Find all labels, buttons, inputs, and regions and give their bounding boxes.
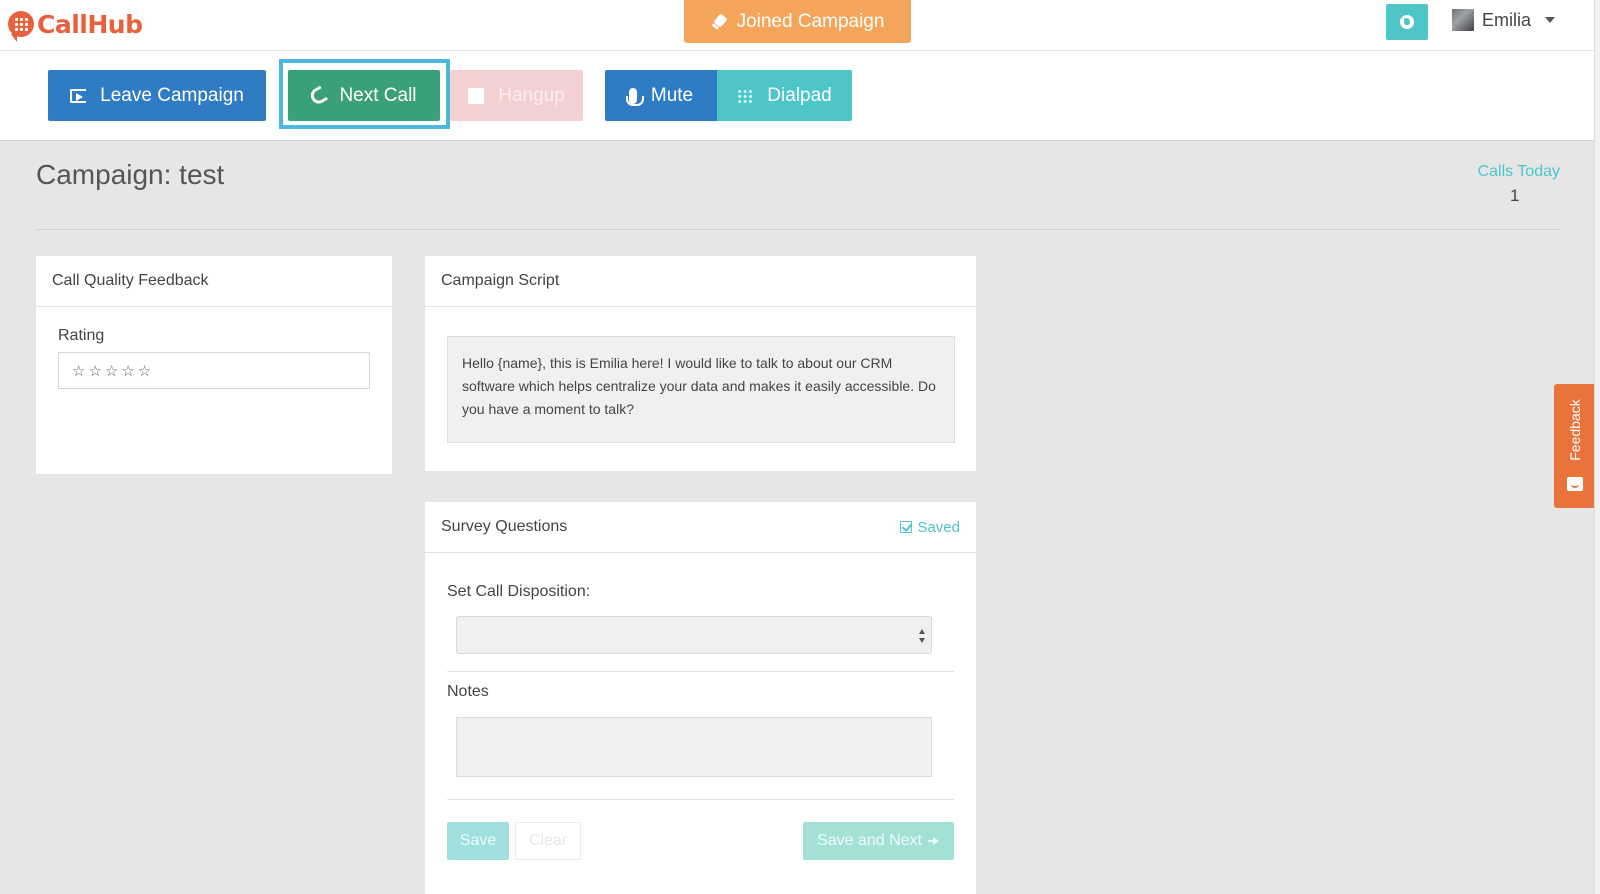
hangup-button[interactable]: Hangup xyxy=(450,70,583,121)
page-title: Campaign: test xyxy=(36,159,225,190)
call-quality-panel: Call Quality Feedback Rating ☆ ☆ ☆ ☆ ☆ xyxy=(36,256,392,474)
divider xyxy=(447,799,954,800)
dialpad-button[interactable]: Dialpad xyxy=(717,70,852,121)
saved-label: Saved xyxy=(917,518,960,536)
joined-campaign-button[interactable]: Joined Campaign xyxy=(684,0,911,43)
star-1-icon[interactable]: ☆ xyxy=(72,362,85,380)
check-square-icon xyxy=(900,521,913,533)
microphone-icon xyxy=(625,87,644,106)
caret-down-icon xyxy=(1545,17,1556,23)
campaign-script-title: Campaign Script xyxy=(441,272,560,289)
feedback-tab[interactable]: Feedback xyxy=(1554,384,1596,508)
call-quality-title: Call Quality Feedback xyxy=(52,272,209,289)
script-text: Hello {name}, this is Emilia here! I wou… xyxy=(447,336,955,443)
save-and-next-button[interactable]: Save and Next xyxy=(803,822,954,860)
joined-campaign-label: Joined Campaign xyxy=(736,10,885,32)
logo-speech-icon xyxy=(8,11,34,42)
dialpad-label: Dialpad xyxy=(767,84,832,106)
divider xyxy=(447,671,954,672)
rating-stars: ☆ ☆ ☆ ☆ ☆ xyxy=(58,352,370,389)
next-call-button[interactable]: Next Call xyxy=(288,70,440,121)
survey-header: Survey Questions Saved xyxy=(425,502,976,553)
save-and-next-label: Save and Next xyxy=(817,832,922,849)
top-bar: CallHub Joined Campaign Emilia xyxy=(0,0,1594,51)
feedback-tab-label: Feedback xyxy=(1567,399,1583,461)
call-toolbar: Leave Campaign Next Call Hangup Mute Dia… xyxy=(0,51,1594,141)
callhub-logo[interactable]: CallHub xyxy=(8,6,143,42)
notes-textarea[interactable] xyxy=(456,717,932,777)
globe-icon xyxy=(1400,15,1414,29)
campaign-script-header: Campaign Script xyxy=(425,256,976,307)
save-button[interactable]: Save xyxy=(447,822,509,860)
disposition-label: Set Call Disposition: xyxy=(447,583,591,600)
leave-campaign-label: Leave Campaign xyxy=(100,84,244,106)
phone-icon xyxy=(308,85,329,106)
calls-today-count: 1 xyxy=(1510,186,1520,205)
star-3-icon[interactable]: ☆ xyxy=(105,362,118,380)
mute-label: Mute xyxy=(650,84,694,106)
next-call-label: Next Call xyxy=(339,84,417,106)
user-name: Emilia xyxy=(1482,9,1532,30)
clear-button[interactable]: Clear xyxy=(515,822,581,860)
notes-label: Notes xyxy=(447,683,489,700)
plug-icon xyxy=(711,13,729,31)
user-menu[interactable]: Emilia xyxy=(1452,9,1556,31)
avatar xyxy=(1452,9,1474,31)
arrow-right-icon xyxy=(927,836,940,846)
select-arrows-icon xyxy=(919,629,925,643)
hangup-label: Hangup xyxy=(498,84,565,106)
call-quality-header: Call Quality Feedback xyxy=(36,256,392,307)
logo-text: CallHub xyxy=(37,9,143,39)
page-scrollbar[interactable] xyxy=(1594,0,1600,894)
smile-icon xyxy=(1567,477,1583,491)
calls-today-label: Calls Today xyxy=(1477,163,1560,180)
stop-icon xyxy=(468,87,485,104)
dialpad-icon xyxy=(737,88,754,103)
survey-title: Survey Questions xyxy=(441,518,568,535)
survey-panel: Survey Questions Saved Set Call Disposit… xyxy=(425,502,976,894)
disposition-select[interactable] xyxy=(456,616,932,654)
star-5-icon[interactable]: ☆ xyxy=(138,362,151,380)
saved-status: Saved xyxy=(900,519,960,536)
globe-button[interactable] xyxy=(1386,4,1428,40)
sign-out-icon xyxy=(70,88,87,103)
mute-button[interactable]: Mute xyxy=(605,70,717,121)
rating-label: Rating xyxy=(58,327,105,344)
campaign-script-panel: Campaign Script Hello {name}, this is Em… xyxy=(425,256,976,471)
star-4-icon[interactable]: ☆ xyxy=(121,362,134,380)
header-divider xyxy=(36,229,1560,230)
leave-campaign-button[interactable]: Leave Campaign xyxy=(48,70,266,121)
star-2-icon[interactable]: ☆ xyxy=(88,362,101,380)
